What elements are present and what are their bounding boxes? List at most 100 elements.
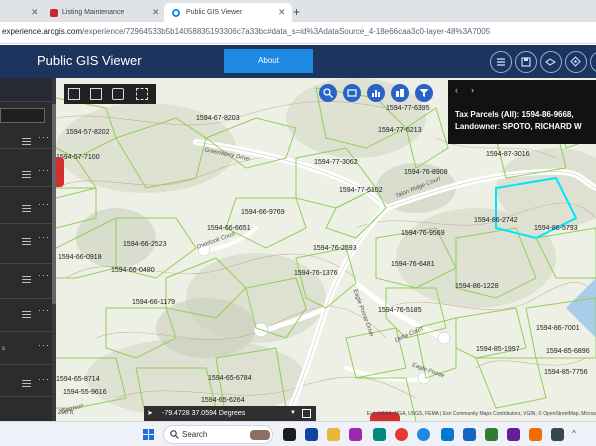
drag-handle-icon[interactable]	[22, 276, 31, 285]
parcel-label[interactable]: 1594-85-1997	[476, 346, 520, 353]
save-button[interactable]	[515, 51, 537, 73]
parcel-label[interactable]: 1594-66-9769	[241, 209, 285, 216]
parcel-label[interactable]: 1594-77-3062	[314, 159, 358, 166]
parcel-label[interactable]: 1594-76-8908	[404, 169, 448, 176]
measure-icon[interactable]	[90, 88, 102, 100]
parcel-label[interactable]: 1594-85-7756	[544, 369, 588, 376]
parcel-label[interactable]: 1594-65-8714	[56, 376, 100, 383]
more-options-icon[interactable]: ···	[38, 340, 50, 350]
parcel-label[interactable]: 1594-55-9616	[63, 389, 107, 396]
chevron-left-icon[interactable]: ‹	[455, 85, 458, 95]
tab-public-gis-viewer[interactable]: Public GIS Viewer ✕	[164, 3, 292, 22]
parcel-label[interactable]: 1594-76-2593	[313, 245, 357, 252]
tab-title: Listing Maintenance	[62, 9, 125, 16]
parcel-label[interactable]: 1594-65-6264	[201, 397, 245, 404]
chart-tool-button[interactable]	[367, 84, 385, 102]
clear-selection-icon[interactable]	[136, 88, 148, 100]
basemap-tool-button[interactable]	[343, 84, 361, 102]
excel-icon[interactable]	[485, 428, 498, 441]
drag-handle-icon[interactable]	[22, 380, 31, 389]
parcel-label[interactable]: 1594-86-2742	[474, 217, 518, 224]
more-options-icon[interactable]: ···	[38, 132, 50, 142]
new-tab-button[interactable]: +	[293, 3, 300, 21]
outlook-icon[interactable]	[441, 428, 454, 441]
parcel-label[interactable]: 1594-77-6102	[339, 187, 383, 194]
divider	[0, 298, 52, 299]
task-view-icon[interactable]	[283, 428, 296, 441]
taskbar-search-box[interactable]: Search	[163, 425, 273, 444]
feature-popup[interactable]: ‹ › Tax Parcels (All): 1594-86-9668, Lan…	[448, 80, 596, 144]
parcel-label[interactable]: 1594-66-6651	[207, 225, 251, 232]
print-button[interactable]	[590, 51, 596, 73]
file-explorer-icon[interactable]	[327, 428, 340, 441]
url-text[interactable]: experience.arcgis.com/experience/7296453…	[2, 27, 490, 36]
parcel-label[interactable]: 1594-67-8203	[196, 115, 240, 122]
coordinate-readout: -79.4728 37.0594 Degrees	[162, 410, 246, 417]
draw-icon[interactable]	[112, 88, 124, 100]
map-widget-toolbar	[64, 84, 156, 104]
url-path: /experience/72964533b5b14058835193306c7a…	[82, 27, 491, 36]
layers-swap-button[interactable]	[540, 51, 562, 73]
app-icon[interactable]	[551, 428, 564, 441]
app-title: Public GIS Viewer	[37, 53, 142, 68]
list-button[interactable]	[490, 51, 512, 73]
teams-icon[interactable]	[507, 428, 520, 441]
parcel-label[interactable]: 1594-86-5793	[534, 225, 578, 232]
parcel-label[interactable]: 1594-66-1179	[132, 299, 175, 306]
panel-collapse-handle[interactable]	[56, 157, 64, 187]
more-options-icon[interactable]: ···	[38, 305, 50, 315]
parcel-label[interactable]: 1594-76-1376	[294, 270, 338, 277]
drag-handle-icon[interactable]	[22, 311, 31, 320]
chevron-right-icon[interactable]: ›	[471, 85, 474, 95]
drag-handle-icon[interactable]	[22, 138, 31, 147]
parcel-label[interactable]: 1594-66-2523	[123, 241, 167, 248]
close-icon[interactable]: ✕	[152, 3, 160, 22]
more-options-icon[interactable]: ···	[38, 232, 50, 242]
edge-icon[interactable]	[417, 428, 430, 441]
tab-listing-maintenance[interactable]: ✕ Listing Maintenance ✕	[0, 3, 162, 22]
close-icon[interactable]: ✕	[278, 3, 286, 22]
parcel-label[interactable]: 1594-86-7001	[536, 325, 580, 332]
parcel-label[interactable]: 1594-66-0918	[58, 254, 102, 261]
app-icon[interactable]	[349, 428, 362, 441]
parcel-label[interactable]: 1594-76-9569	[401, 230, 445, 237]
more-options-icon[interactable]: ···	[38, 270, 50, 280]
drag-handle-icon[interactable]	[22, 171, 31, 180]
app-icon[interactable]	[305, 428, 318, 441]
parcel-label[interactable]: 1594-86-1228	[455, 283, 499, 290]
chrome-icon[interactable]	[395, 428, 408, 441]
parcel-label[interactable]: 1594-77-6395	[386, 105, 430, 112]
parcel-label[interactable]: 1594-77-6213	[378, 127, 422, 134]
app-icon[interactable]	[373, 428, 386, 441]
drag-handle-icon[interactable]	[22, 205, 31, 214]
drag-handle-icon[interactable]	[22, 238, 31, 247]
more-options-icon[interactable]: ···	[38, 165, 50, 175]
coordinate-widget[interactable]: ➤ -79.4728 37.0594 Degrees ▼	[144, 406, 316, 421]
search-tool-button[interactable]	[319, 84, 337, 102]
word-icon[interactable]	[463, 428, 476, 441]
parcel-label[interactable]: 1594-66-0480	[111, 267, 155, 274]
map-view[interactable]: 1594-67-8203 1594-57-8202 1594-57-7100 1…	[56, 78, 596, 421]
filter-tool-button[interactable]	[415, 84, 433, 102]
about-button[interactable]: About	[224, 49, 313, 73]
chevron-down-icon[interactable]: ▼	[290, 406, 296, 421]
copy-coordinate-icon[interactable]	[302, 409, 311, 418]
map-attribution: Esri, NASA, NGA, USGS, FEMA | Esri Commu…	[366, 411, 596, 417]
layer-search-input[interactable]	[0, 108, 45, 123]
parcel-label[interactable]: 1594-87-3016	[486, 151, 530, 158]
parcel-label[interactable]: 1594-76-6481	[391, 261, 435, 268]
parcel-label[interactable]: 1594-85-6896	[546, 348, 590, 355]
close-icon[interactable]: ✕	[31, 3, 39, 22]
address-bar[interactable]: experience.arcgis.com/experience/7296453…	[0, 22, 596, 44]
chevron-up-icon[interactable]: ^	[572, 429, 576, 438]
parcel-label[interactable]: 1594-57-8202	[66, 129, 110, 136]
select-icon[interactable]	[68, 88, 80, 100]
parcel-label[interactable]: 1594-76-5185	[378, 307, 422, 314]
more-options-icon[interactable]: ···	[38, 374, 50, 384]
more-options-icon[interactable]: ···	[38, 199, 50, 209]
query-tool-button[interactable]	[391, 84, 409, 102]
locate-button[interactable]	[565, 51, 587, 73]
parcel-label[interactable]: 1594-65-6784	[208, 375, 252, 382]
app-icon[interactable]	[529, 428, 542, 441]
windows-start-button[interactable]	[143, 429, 155, 441]
